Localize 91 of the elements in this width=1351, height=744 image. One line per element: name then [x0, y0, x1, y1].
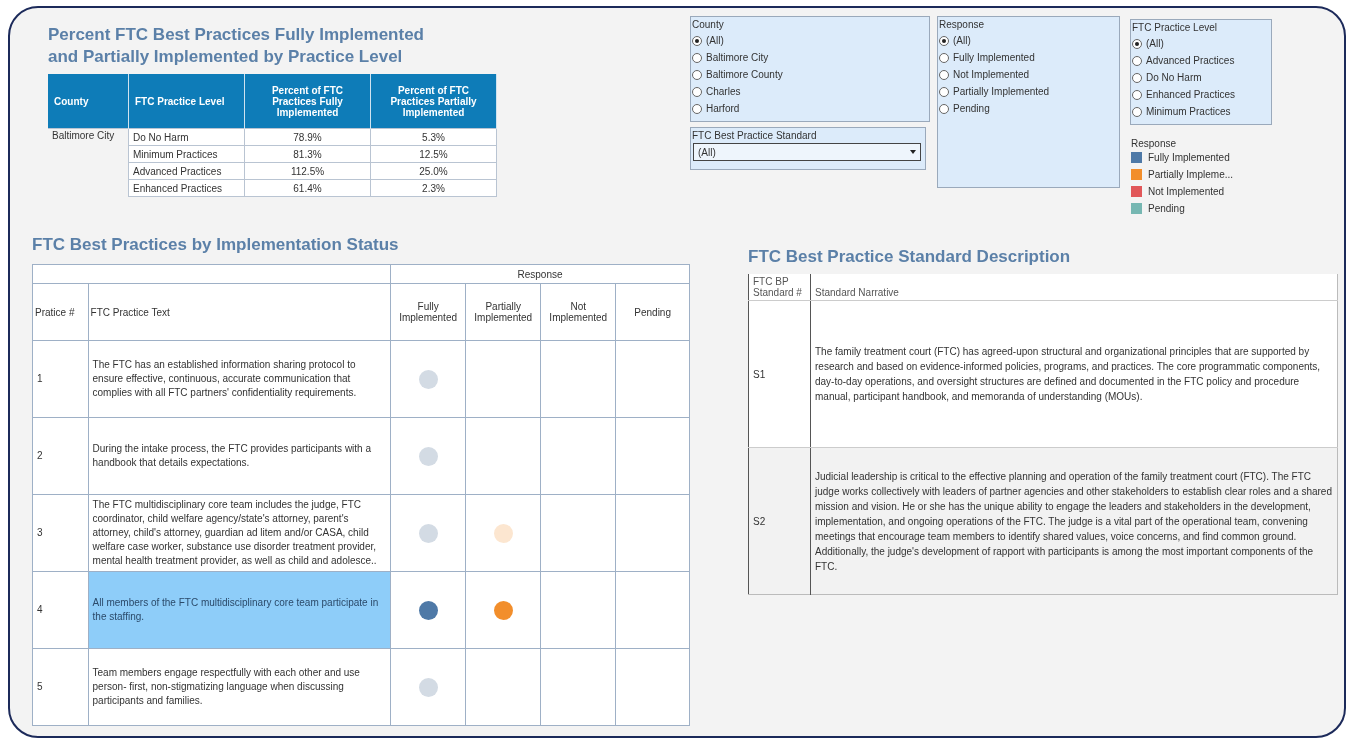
filter-label: Response: [939, 19, 986, 30]
radio-button[interactable]: [1132, 55, 1142, 66]
legend-label: Not Implemented: [1148, 186, 1225, 197]
table-cell: Judicial leadership is critical to the effective planning and operation of the family treatment court (FTC). The FTC judge works collectively with leaders of partner agencies and other stakeholders to establish clear roles and a shared mission and vision. He or she has the unique ability to engage the leaders and stakeholders in the development, implementation, and ongoing operations of the FTC. The judge is a vital part of the operational team, convening meetings that encourage team members to identify shared values, voice concerns, and find common ground. Additionally, the judge's development of rapport with participants is among the most important components of the FTC.: [810, 447, 1338, 595]
option-label[interactable]: (All): [953, 35, 971, 46]
filter-label: FTC Practice Level: [1132, 22, 1219, 33]
table-cell: Enhanced Practices: [128, 179, 245, 197]
legend-title: Response: [1131, 138, 1178, 149]
table-cell[interactable]: The FTC multidisciplinary core team includes the judge, FTC coordinator, child welfare agency/state's attorney, parent's attorney, child's attorney, guardian ad litem and/or CASA, child welfare case worker, substance use disorder treatment provider, mental health treatment provider, as well as child and adolesce..: [88, 494, 391, 572]
table-cell[interactable]: Team members engage respectfully with each other and use person- first, non-stigmatizing language when discussing participants and families.: [88, 648, 391, 726]
table-cell: S2: [748, 447, 811, 595]
table-cell: 4: [32, 571, 89, 649]
option-label[interactable]: Enhanced Practices: [1146, 89, 1235, 100]
response-dot[interactable]: [493, 600, 513, 620]
column-header: County: [48, 74, 129, 129]
chart-title: FTC Best Practices by Implementation Status: [32, 234, 400, 256]
radio-button[interactable]: [692, 103, 702, 114]
radio-button[interactable]: [1132, 72, 1142, 83]
option-label[interactable]: Partially Implemented: [953, 86, 1050, 97]
table-cell: 5.3%: [370, 128, 497, 146]
table-cell: 61.4%: [244, 179, 371, 197]
radio-button[interactable]: [1132, 89, 1142, 100]
table-cell: 12.5%: [370, 145, 497, 163]
caret-icon: [910, 150, 916, 154]
column-header: FTC Practice Text: [88, 283, 391, 341]
legend-label: Fully Implemented: [1148, 152, 1230, 163]
column-header: Pending: [615, 283, 690, 341]
radio-button[interactable]: [939, 103, 949, 114]
radio-button[interactable]: [939, 52, 949, 63]
option-label[interactable]: Minimum Practices: [1146, 106, 1231, 117]
dropdown[interactable]: (All): [693, 143, 921, 161]
response-dot[interactable]: [418, 677, 438, 697]
table-cell: 25.0%: [370, 162, 497, 180]
column-header: Pratice #: [32, 283, 89, 341]
option-label[interactable]: Fully Implemented: [953, 52, 1035, 63]
column-header: Percent of FTC Practices Fully Implemented: [244, 74, 371, 129]
radio-button[interactable]: [939, 35, 949, 46]
radio-button[interactable]: [939, 86, 949, 97]
response-dot[interactable]: [418, 369, 438, 389]
table-cell: 112.5%: [244, 162, 371, 180]
option-label[interactable]: Harford: [706, 103, 740, 114]
option-label[interactable]: (All): [706, 35, 724, 46]
chart-title: Percent FTC Best Practices Fully Implemented and Partially Implemented by Practice Level: [48, 24, 425, 68]
table-cell[interactable]: All members of the FTC multidisciplinary core team participate in the staffing.: [88, 571, 391, 649]
legend-label: Partially Impleme...: [1148, 169, 1234, 180]
response-dot[interactable]: [418, 600, 438, 620]
table-cell: 1: [32, 340, 89, 418]
option-label[interactable]: Baltimore City: [706, 52, 769, 63]
radio-button[interactable]: [1132, 38, 1142, 49]
radio-button[interactable]: [692, 69, 702, 80]
table-cell[interactable]: During the intake process, the FTC provides participants with a handbook that details expectations.: [88, 417, 391, 495]
column-header: FTC Practice Level: [128, 74, 245, 129]
table-cell[interactable]: The FTC has an established information sharing protocol to ensure effective, continuous, accurate communication that complies with all FTC partners' confidentiality requirements.: [88, 340, 391, 418]
column-header: Fully Implemented: [390, 283, 466, 341]
option-label[interactable]: Charles: [706, 86, 741, 97]
option-label[interactable]: Do No Harm: [1146, 72, 1202, 83]
table-cell: 5: [32, 648, 89, 726]
table-cell: Do No Harm: [128, 128, 245, 146]
response-dot[interactable]: [418, 523, 438, 543]
column-header: Standard Narrative: [810, 274, 1338, 301]
response-dot[interactable]: [493, 523, 513, 543]
table-cell: Advanced Practices: [128, 162, 245, 180]
column-header: Not Implemented: [540, 283, 616, 341]
option-label[interactable]: (All): [1146, 38, 1164, 49]
table-cell: 81.3%: [244, 145, 371, 163]
table-cell: S1: [748, 300, 811, 448]
table-cell: 3: [32, 494, 89, 572]
radio-button[interactable]: [692, 86, 702, 97]
table-cell: 2.3%: [370, 179, 497, 197]
radio-button[interactable]: [939, 69, 949, 80]
filter-label: FTC Best Practice Standard: [692, 130, 818, 141]
radio-button[interactable]: [692, 52, 702, 63]
table-cell: 78.9%: [244, 128, 371, 146]
column-header: Percent of FTC Practices Partially Implemented: [370, 74, 497, 129]
table-cell: Baltimore City: [48, 128, 129, 197]
column-header: FTC BP Standard #: [748, 274, 811, 301]
option-label[interactable]: Advanced Practices: [1146, 55, 1235, 66]
chart-title: FTC Best Practice Standard Description: [748, 246, 1072, 268]
column-header: Partially Implemented: [465, 283, 541, 341]
column-group-header: Response: [390, 264, 690, 284]
filter-label: County: [692, 19, 725, 30]
response-dot[interactable]: [418, 446, 438, 466]
option-label[interactable]: Pending: [953, 103, 990, 114]
table-cell: Minimum Practices: [128, 145, 245, 163]
table-cell: 2: [32, 417, 89, 495]
option-label[interactable]: Baltimore County: [706, 69, 783, 80]
radio-button[interactable]: [692, 35, 702, 46]
table-cell: The family treatment court (FTC) has agreed-upon structural and organizational principles that are supported by research and based on evidence-informed policies, programs, and practices. The core programmatic components, day-to-day operations, and oversight structures are defined and documented in the FTC policy and procedure manual, participant handbook, and memoranda of understanding (MOUs).: [810, 300, 1338, 448]
legend-label: Pending: [1148, 203, 1185, 214]
radio-button[interactable]: [1132, 106, 1142, 117]
option-label[interactable]: Not Implemented: [953, 69, 1030, 80]
